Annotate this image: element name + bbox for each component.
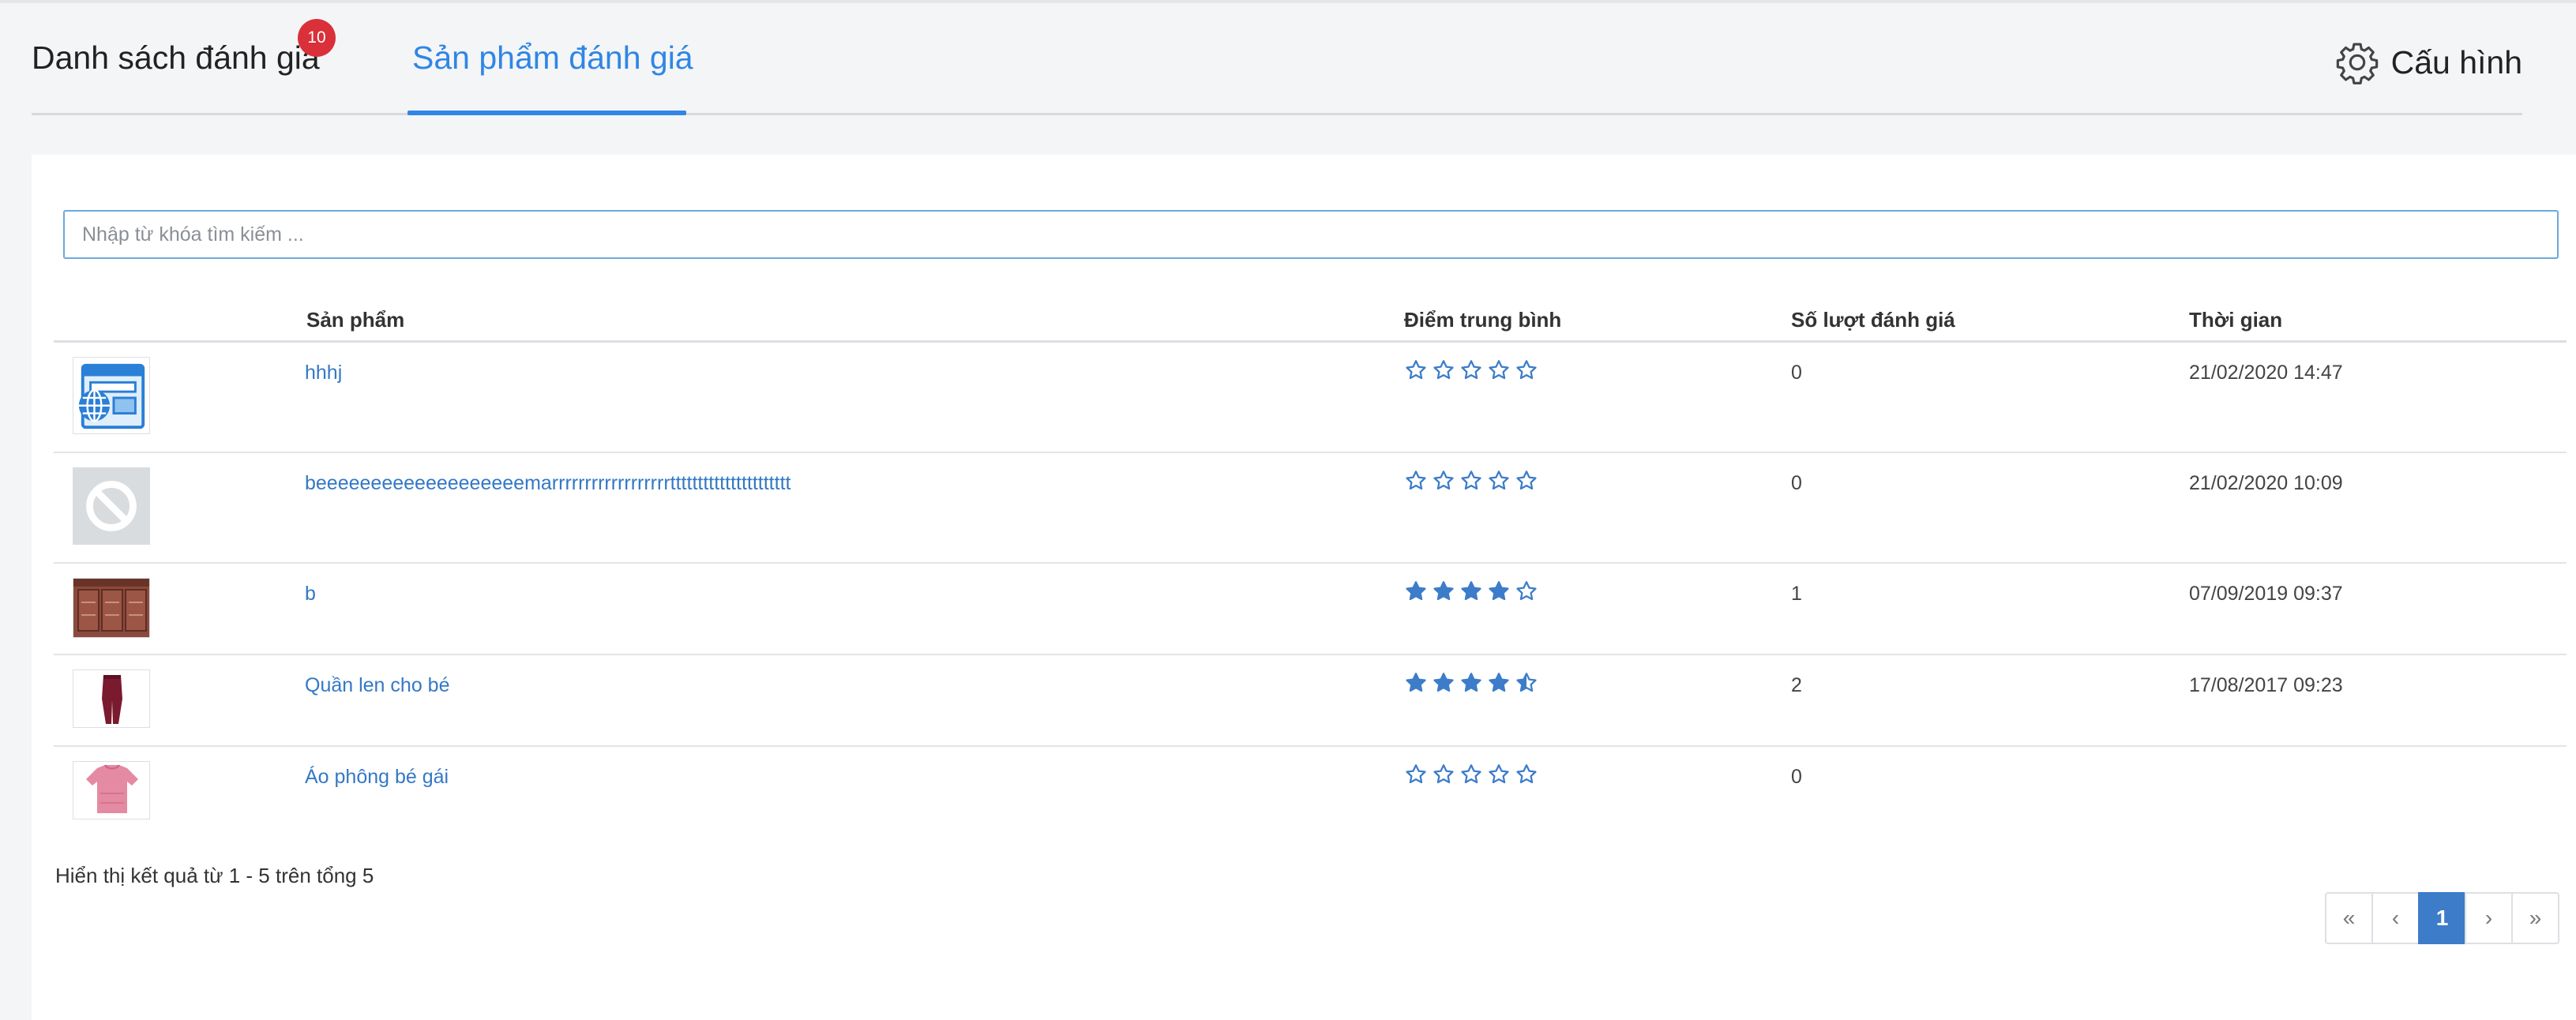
table-row: beeeeeeeeeeeeeeeeeeemarrrrrrrrrrrrrrrrrr… xyxy=(54,453,2567,564)
star-empty-icon xyxy=(1487,469,1511,497)
star-empty-icon xyxy=(1515,763,1538,790)
first-page-button[interactable]: « xyxy=(2325,892,2373,944)
star-empty-icon xyxy=(1432,358,1455,386)
rating-stars xyxy=(1404,671,1538,699)
config-label: Cấu hình xyxy=(2390,43,2522,81)
table-row: hhhj 0 21/02/2020 14:47 xyxy=(54,343,2567,453)
review-count: 0 xyxy=(1791,472,1802,494)
star-empty-icon xyxy=(1515,579,1538,607)
product-name-link[interactable]: b xyxy=(305,583,316,606)
star-empty-icon xyxy=(1404,358,1428,386)
active-tab-indicator xyxy=(407,111,686,115)
star-empty-icon xyxy=(1515,469,1538,497)
review-count: 1 xyxy=(1791,583,1802,605)
last-page-button[interactable]: » xyxy=(2511,892,2559,944)
review-count: 0 xyxy=(1791,766,1802,788)
rating-stars xyxy=(1404,358,1538,386)
star-half-icon xyxy=(1515,671,1538,699)
prev-page-button[interactable]: ‹ xyxy=(2371,892,2420,944)
review-time: 07/09/2019 09:37 xyxy=(2189,583,2343,605)
table-row: Áo phông bé gái 0 xyxy=(54,747,2567,838)
rating-stars xyxy=(1404,763,1538,790)
star-filled-icon xyxy=(1459,579,1483,607)
header-review-count: Số lượt đánh giá xyxy=(1791,308,1955,332)
star-filled-icon xyxy=(1487,671,1511,699)
star-empty-icon xyxy=(1459,469,1483,497)
tab-reviewed-products[interactable]: Sản phẩm đánh giá xyxy=(412,39,693,77)
web-browser-globe-icon xyxy=(73,357,150,434)
gear-icon xyxy=(2336,43,2378,84)
product-name-link[interactable]: hhhj xyxy=(305,362,342,384)
brown-cabinet-photo xyxy=(73,578,150,638)
no-image-icon xyxy=(73,467,150,545)
star-empty-icon xyxy=(1459,763,1483,790)
star-filled-icon xyxy=(1432,671,1455,699)
star-empty-icon xyxy=(1459,358,1483,386)
pagination: « ‹ 1 › » xyxy=(2325,892,2559,944)
star-filled-icon xyxy=(1404,671,1428,699)
header-product: Sản phẩm xyxy=(306,308,405,332)
star-empty-icon xyxy=(1432,763,1455,790)
maroon-pants-photo xyxy=(73,669,150,728)
star-empty-icon xyxy=(1404,469,1428,497)
review-time: 21/02/2020 14:47 xyxy=(2189,362,2343,384)
product-name-link[interactable]: Áo phông bé gái xyxy=(305,766,449,789)
pink-shirt-photo xyxy=(73,761,150,819)
review-time: 21/02/2020 10:09 xyxy=(2189,472,2343,494)
results-summary: Hiển thị kết quả từ 1 - 5 trên tổng 5 xyxy=(55,864,374,887)
table-row: b 1 07/09/2019 09:37 xyxy=(54,564,2567,655)
rating-stars xyxy=(1404,469,1538,497)
review-time: 17/08/2017 09:23 xyxy=(2189,674,2343,696)
search-input[interactable] xyxy=(63,210,2559,259)
star-empty-icon xyxy=(1432,469,1455,497)
next-page-button[interactable]: › xyxy=(2465,892,2513,944)
header-tabs: Danh sách đánh giá 10 Sản phẩm đánh giá … xyxy=(32,0,2522,117)
product-name-link[interactable]: beeeeeeeeeeeeeeeeeeemarrrrrrrrrrrrrrrrrr… xyxy=(305,472,790,495)
tabs-divider xyxy=(32,113,2522,115)
review-count: 0 xyxy=(1791,362,1802,384)
product-name-link[interactable]: Quần len cho bé xyxy=(305,674,449,697)
tab-review-list[interactable]: Danh sách đánh giá xyxy=(32,39,320,77)
header-time: Thời gian xyxy=(2189,308,2283,332)
star-empty-icon xyxy=(1487,358,1511,386)
star-empty-icon xyxy=(1404,763,1428,790)
header-average-rating: Điểm trung bình xyxy=(1404,308,1562,332)
star-empty-icon xyxy=(1487,763,1511,790)
review-count: 2 xyxy=(1791,674,1802,696)
content-panel: Sản phẩm Điểm trung bình Số lượt đánh gi… xyxy=(32,155,2576,1020)
star-filled-icon xyxy=(1404,579,1428,607)
tab-reviewed-products-label: Sản phẩm đánh giá xyxy=(412,39,693,76)
tab-review-list-label: Danh sách đánh giá xyxy=(32,39,320,76)
table-header: Sản phẩm Điểm trung bình Số lượt đánh gi… xyxy=(54,291,2567,343)
page-1-button[interactable]: 1 xyxy=(2418,892,2466,944)
table-row: Quần len cho bé 2 17/08/2017 09:23 xyxy=(54,655,2567,747)
star-filled-icon xyxy=(1432,579,1455,607)
star-filled-icon xyxy=(1487,579,1511,607)
rating-stars xyxy=(1404,579,1538,607)
config-button[interactable]: Cấu hình xyxy=(2334,39,2522,85)
star-empty-icon xyxy=(1515,358,1538,386)
star-filled-icon xyxy=(1459,671,1483,699)
review-count-badge: 10 xyxy=(298,19,336,57)
